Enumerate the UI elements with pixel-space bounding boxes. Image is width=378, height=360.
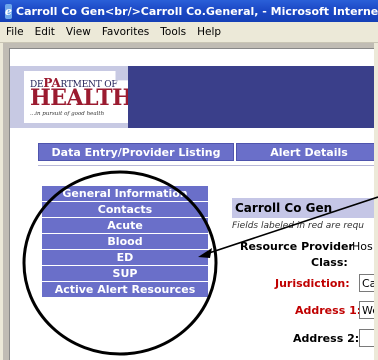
web-page: DEPARTMENT OF HEALTH ...in pursuit of go… (9, 48, 378, 360)
tab-strip: Data Entry/Provider Listing Alert Detail… (10, 143, 378, 161)
class-label: Class: (311, 256, 348, 269)
menu-help[interactable]: Help (197, 26, 221, 38)
nav-acute[interactable]: Acute (42, 218, 208, 234)
browser-content-frame: DEPARTMENT OF HEALTH ...in pursuit of go… (0, 43, 378, 360)
nav-ed[interactable]: ED (42, 250, 208, 266)
nav-active-alert-resources[interactable]: Active Alert Resources (42, 282, 208, 298)
department-of-health-logo[interactable]: DEPARTMENT OF HEALTH ...in pursuit of go… (24, 71, 128, 123)
window-title: Carroll Co Gen<br/>Carroll Co.General, -… (16, 4, 378, 18)
provider-section-title: Carroll Co Gen (232, 198, 378, 218)
side-navigation: General Information Contacts Acute Blood… (42, 186, 208, 298)
logo-tagline: ...in pursuit of good health (30, 111, 105, 117)
window-right-edge (374, 43, 378, 360)
divider (38, 165, 378, 166)
tab-data-entry-provider-listing[interactable]: Data Entry/Provider Listing (38, 143, 234, 161)
window-titlebar: e Carroll Co Gen<br/>Carroll Co.General,… (0, 0, 378, 22)
logo-health-text: HEALTH (30, 85, 133, 111)
address2-label: Address 2: (293, 332, 360, 345)
jurisdiction-label: Jurisdiction: (275, 277, 350, 290)
menu-file[interactable]: File (6, 26, 24, 38)
resource-provider-label: Resource Provider (240, 240, 354, 253)
internet-explorer-icon: e (5, 3, 12, 19)
required-fields-note: Fields labeled in red are requ (232, 221, 364, 231)
menu-tools[interactable]: Tools (160, 26, 186, 38)
menu-edit[interactable]: Edit (35, 26, 55, 38)
menu-view[interactable]: View (66, 26, 91, 38)
page-header: DEPARTMENT OF HEALTH ...in pursuit of go… (10, 49, 378, 131)
nav-sup[interactable]: SUP (42, 266, 208, 282)
menu-bar: File Edit View Favorites Tools Help (0, 22, 378, 43)
nav-blood[interactable]: Blood (42, 234, 208, 250)
tab-alert-details[interactable]: Alert Details (236, 143, 378, 161)
menu-favorites[interactable]: Favorites (102, 26, 149, 38)
nav-general-information[interactable]: General Information (42, 186, 208, 202)
address1-label: Address 1: (295, 304, 362, 317)
header-accent-band (128, 66, 378, 128)
nav-contacts[interactable]: Contacts (42, 202, 208, 218)
